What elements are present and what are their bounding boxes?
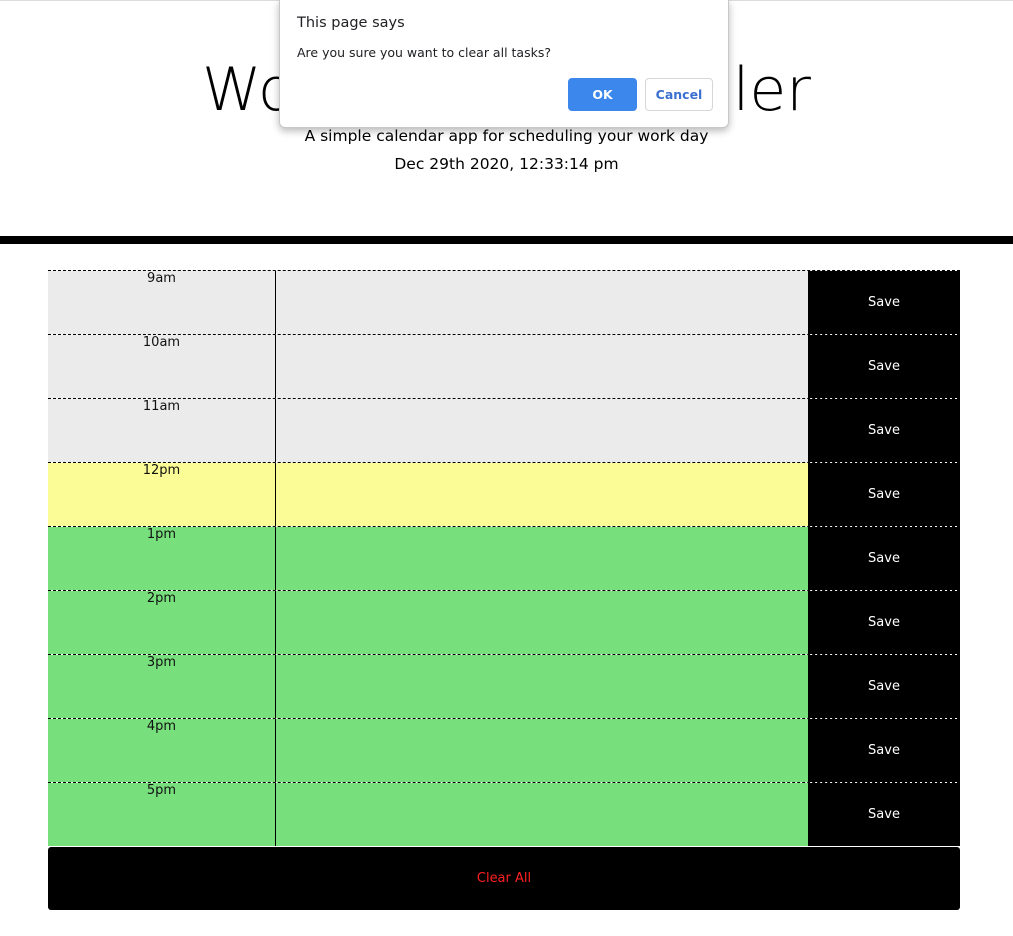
task-input[interactable] [276,335,808,398]
current-day: Dec 29th 2020, 12:33:14 pm [394,155,619,173]
task-input[interactable] [276,271,808,334]
hour-label: 10am [48,335,276,398]
hour-label: 12pm [48,463,276,526]
save-button[interactable]: Save [808,399,960,462]
task-input[interactable] [276,527,808,590]
page-subtitle: A simple calendar app for scheduling you… [304,127,709,145]
task-input[interactable] [276,783,808,846]
time-block-row: 4pm Save [48,718,960,782]
time-block-row: 11am Save [48,398,960,462]
time-block-row: 3pm Save [48,654,960,718]
time-block-row: 2pm Save [48,590,960,654]
save-button[interactable]: Save [808,783,960,846]
clear-all-button[interactable]: Clear All [48,847,960,910]
task-input[interactable] [276,655,808,718]
time-block-row: 10am Save [48,334,960,398]
time-block-row: 1pm Save [48,526,960,590]
hour-label: 3pm [48,655,276,718]
dialog-ok-button[interactable]: OK [568,78,637,111]
hour-label: 1pm [48,527,276,590]
hour-label: 4pm [48,719,276,782]
task-input[interactable] [276,719,808,782]
save-button[interactable]: Save [808,655,960,718]
time-block-list: 9am Save 10am Save 11am Save 12pm Save 1pm Save 2p… [48,270,960,846]
confirm-dialog: This page says Are you sure you want to … [279,0,729,128]
hour-label: 9am [48,271,276,334]
hour-label: 5pm [48,783,276,846]
dialog-message: Are you sure you want to clear all tasks… [297,45,551,60]
time-block-row: 12pm Save [48,462,960,526]
dialog-origin: This page says [297,15,405,31]
time-block-row: 9am Save [48,270,960,334]
save-button[interactable]: Save [808,463,960,526]
task-input[interactable] [276,591,808,654]
save-button[interactable]: Save [808,591,960,654]
save-button[interactable]: Save [808,271,960,334]
hour-label: 2pm [48,591,276,654]
save-button[interactable]: Save [808,719,960,782]
save-button[interactable]: Save [808,335,960,398]
task-input[interactable] [276,463,808,526]
save-button[interactable]: Save [808,527,960,590]
hour-label: 11am [48,399,276,462]
task-input[interactable] [276,399,808,462]
dialog-cancel-button[interactable]: Cancel [645,78,713,111]
header-divider [0,236,1013,244]
time-block-row: 5pm Save [48,782,960,846]
